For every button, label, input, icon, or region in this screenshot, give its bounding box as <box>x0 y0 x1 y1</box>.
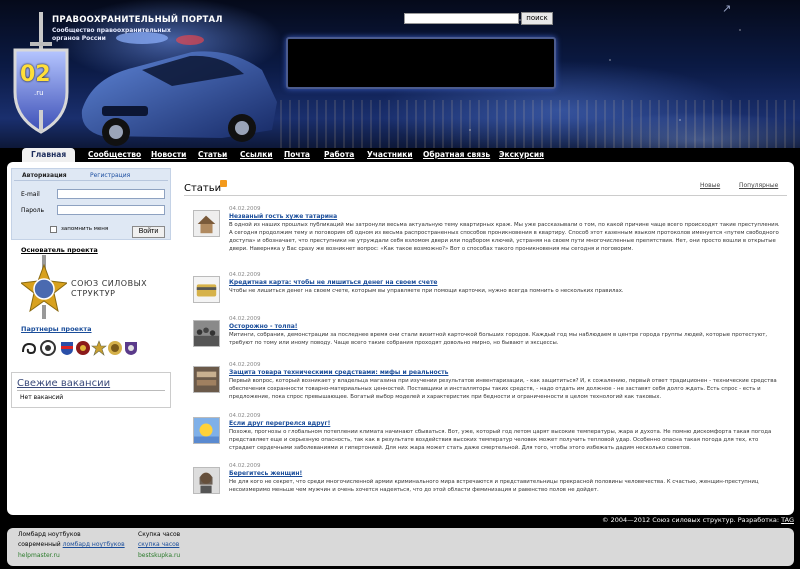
password-field[interactable] <box>57 205 165 215</box>
nav-item-feedback[interactable]: Обратная связь <box>423 148 490 162</box>
filter-popular-link[interactable]: Популярные <box>739 182 778 189</box>
article-text: Похоже, прогнозы о глобальном потеплении… <box>229 429 772 452</box>
article-thumb-house-icon[interactable] <box>193 210 220 237</box>
partner-logo-gold-badge-icon[interactable] <box>107 340 123 356</box>
article-title[interactable]: Осторожно - толпа! <box>229 323 298 330</box>
copyright: © 2004—2012 Союз силовых структур. Разра… <box>602 516 794 524</box>
article-date: 04.02.2009 <box>229 206 261 212</box>
article-text: В одной из наших прошлых публикаций мы з… <box>229 222 780 253</box>
article-title[interactable]: Незваный гость хуже татарина <box>229 213 337 220</box>
skupka-link[interactable]: скупка часов <box>138 541 179 548</box>
article-item: 04.02.2009 Защита товара техническими ср… <box>193 362 791 404</box>
auth-box: Авторизация Регистрация E-mail Пароль за… <box>11 168 171 240</box>
remember-label: запомнить меня <box>61 226 109 232</box>
site-header: 02 .ru ПРАВООХРАНИТЕЛЬНЫЙ ПОРТАЛ Сообщес… <box>0 0 800 148</box>
header-video-screen <box>286 37 556 89</box>
nav-item-home[interactable]: Главная <box>22 148 76 162</box>
lombard-title: Ломбард ноутбуков <box>18 531 81 538</box>
main-panel: Авторизация Регистрация E-mail Пароль за… <box>7 162 794 515</box>
portal-title: ПРАВООХРАНИТЕЛЬНЫЙ ПОРТАЛ <box>52 15 223 25</box>
article-date: 04.02.2009 <box>229 362 261 368</box>
remember-checkbox[interactable] <box>50 226 57 233</box>
article-item: 04.02.2009 Кредитная карта: чтобы не лиш… <box>193 272 791 304</box>
police-car-image <box>81 32 277 146</box>
email-field[interactable] <box>57 189 165 199</box>
lombard-line: современный ломбард ноутбуков <box>18 541 125 548</box>
article-date: 04.02.2009 <box>229 463 261 469</box>
password-label: Пароль <box>21 207 45 214</box>
partner-logo-snake-icon[interactable] <box>21 340 37 356</box>
article-date: 04.02.2009 <box>229 316 261 322</box>
skupka-url[interactable]: bestskupka.ru <box>138 552 180 559</box>
nav-item-articles[interactable]: Статьи <box>198 148 227 162</box>
city-lights <box>280 100 800 148</box>
article-text: Первый вопрос, который возникает у владе… <box>229 378 777 401</box>
article-item: 04.02.2009 Незваный гость хуже татарина … <box>193 206 791 258</box>
emblem-domain: .ru <box>34 89 44 97</box>
article-title[interactable]: Берегитесь женщин! <box>229 470 302 477</box>
nav-item-members[interactable]: Участники <box>367 148 413 162</box>
skupka-title: Скупка часов <box>138 531 181 538</box>
search-input[interactable] <box>404 13 519 24</box>
bottom-ads: Ломбард ноутбуков современный ломбард но… <box>7 528 794 566</box>
vacancies-empty: Нет вакансий <box>20 394 64 401</box>
tab-login[interactable]: Авторизация <box>22 172 67 179</box>
article-item: 04.02.2009 Осторожно - толпа! Митинги, с… <box>193 316 791 356</box>
nav-item-news[interactable]: Новости <box>151 148 186 162</box>
email-label: E-mail <box>21 191 40 198</box>
article-title[interactable]: Защита товара техническими средствами: м… <box>229 369 448 376</box>
login-button[interactable]: Войти <box>132 226 165 238</box>
nav-item-links[interactable]: Ссылки <box>240 148 273 162</box>
founder-title: Основатель проекта <box>21 246 98 254</box>
nav-item-work[interactable]: Работа <box>324 148 354 162</box>
articles-heading: Статьи <box>184 183 222 194</box>
partner-logo-star-icon[interactable] <box>91 340 107 356</box>
article-text: Чтобы не лишиться денег на своем счете, … <box>229 288 624 294</box>
article-title[interactable]: Если друг перегрелся вдруг! <box>229 420 330 427</box>
partner-logo-c-icon[interactable] <box>40 340 56 356</box>
article-date: 04.02.2009 <box>229 272 261 278</box>
article-thumb-sun-icon[interactable] <box>193 417 220 444</box>
union-star-logo-icon[interactable] <box>21 255 67 319</box>
partners-title[interactable]: Партнеры проекта <box>21 325 92 333</box>
nav-item-mail[interactable]: Почта <box>284 148 310 162</box>
partner-logo-shield-icon[interactable] <box>59 340 75 356</box>
article-thumb-card-icon[interactable] <box>193 276 220 303</box>
emblem-number: 02 <box>20 62 51 87</box>
article-thumb-woman-icon[interactable] <box>193 467 220 494</box>
main-nav: Главная Сообщество Новости Статьи Ссылки… <box>0 148 800 162</box>
nav-item-community[interactable]: Сообщество <box>88 148 141 162</box>
nav-item-excursion[interactable]: Экскурсия <box>499 148 544 162</box>
article-item: 04.02.2009 Берегитесь женщин! Не для ког… <box>193 463 791 503</box>
lombard-url[interactable]: helpmaster.ru <box>18 552 60 559</box>
tab-register[interactable]: Регистрация <box>90 172 130 179</box>
vacancies-title[interactable]: Свежие вакансии <box>17 378 110 389</box>
article-title[interactable]: Кредитная карта: чтобы не лишиться денег… <box>229 279 438 286</box>
article-text: Не для кого не секрет, что среди многочи… <box>229 479 759 494</box>
article-text: Митинги, собрания, демонстрации за после… <box>229 332 768 347</box>
article-thumb-store-icon[interactable] <box>193 366 220 393</box>
union-name: СОЮЗ СИЛОВЫХ СТРУКТУР <box>71 279 148 298</box>
article-thumb-crowd-icon[interactable] <box>193 320 220 347</box>
filter-new-link[interactable]: Новые <box>700 182 720 189</box>
search-button[interactable]: поиск <box>521 12 553 25</box>
lombard-link[interactable]: ломбард ноутбуков <box>63 541 125 548</box>
article-date: 04.02.2009 <box>229 413 261 419</box>
rss-icon[interactable] <box>220 180 227 187</box>
partner-logo-purple-shield-icon[interactable] <box>123 340 139 356</box>
developer-link[interactable]: TAG <box>781 516 794 524</box>
partner-logo-eagle-icon[interactable] <box>75 340 91 356</box>
article-item: 04.02.2009 Если друг перегрелся вдруг! П… <box>193 413 791 453</box>
arrow-up-right-icon[interactable]: ↗ <box>722 3 734 15</box>
